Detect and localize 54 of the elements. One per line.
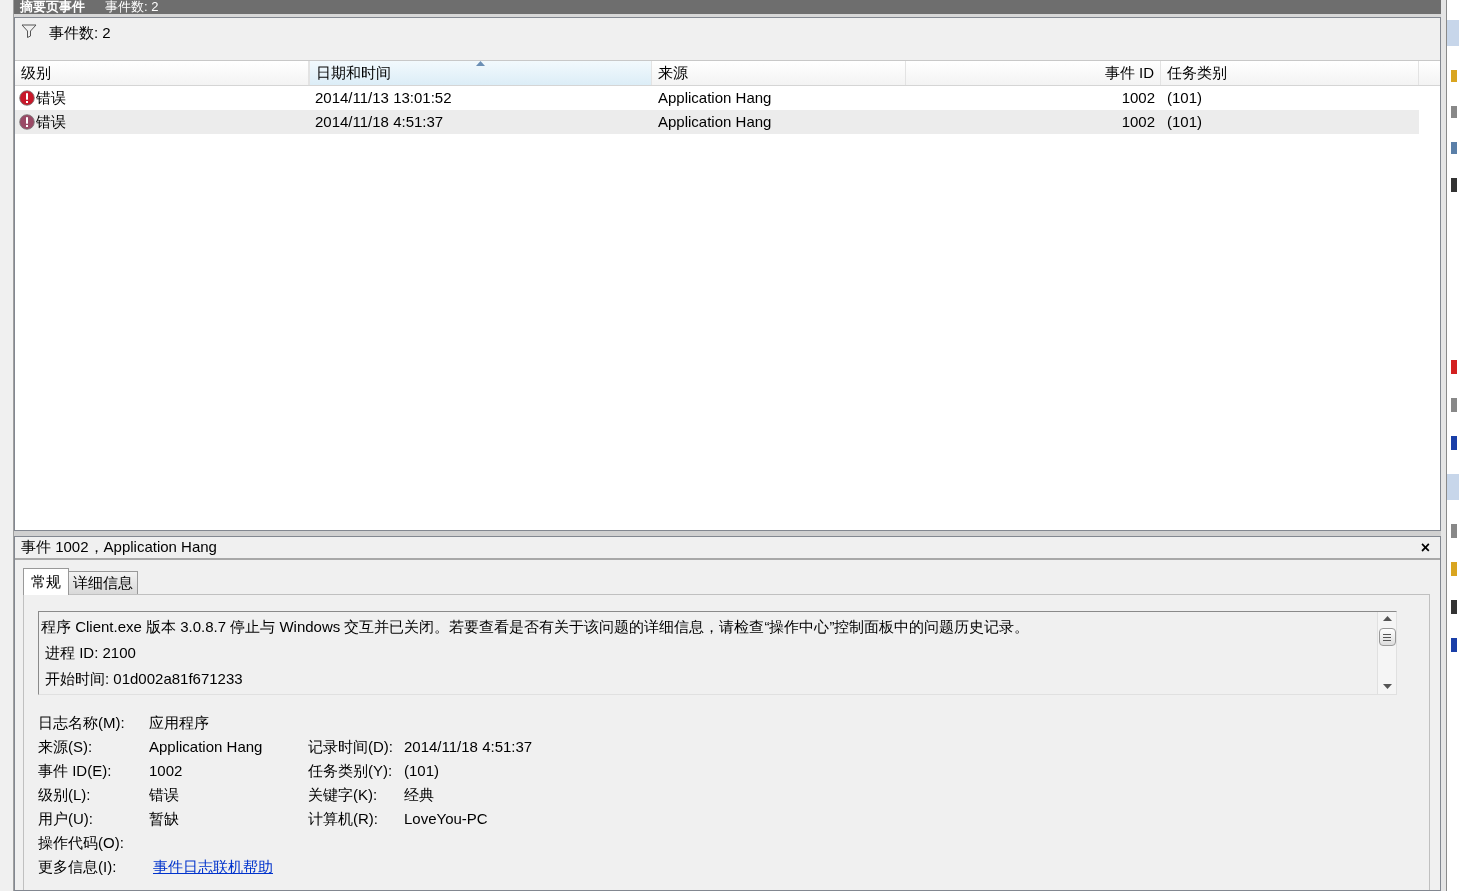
sort-arrow-icon <box>476 61 485 66</box>
field-label: 日志名称(M): <box>38 712 126 733</box>
header-count: 事件数: 2 <box>105 0 159 14</box>
table-cell-text: 错误 <box>36 87 66 108</box>
scroll-down-icon[interactable] <box>1382 684 1392 690</box>
scroll-thumb[interactable] <box>1378 628 1396 646</box>
close-button[interactable]: × <box>1416 539 1434 556</box>
table-cell-text: 错误 <box>36 111 66 132</box>
table-cell-text: 2014/11/18 4:51:37 <box>315 111 444 132</box>
field-value: (101) <box>404 760 441 781</box>
field-label: 计算机(R): <box>308 808 379 829</box>
field-value: 1002 <box>149 760 184 781</box>
table-cell-text: 1002 <box>1121 111 1155 132</box>
event-count: 事件数: 2 <box>49 23 111 43</box>
description-line: 程序 Client.exe 版本 3.0.8.7 停止与 Windows 交互并已关闭。若要查看是否有关于该问题的详细信息，请检查“操作中心”控制面板中的问题历史记录。 <box>41 617 1031 637</box>
field-value: Application Hang <box>149 736 264 757</box>
column-header[interactable]: 日期和时间 <box>309 61 652 85</box>
tab[interactable]: 常规 <box>23 568 69 595</box>
error-icon <box>19 90 35 106</box>
help-link[interactable]: 事件日志联机帮助 <box>149 857 273 875</box>
column-header[interactable]: 来源 <box>652 61 906 85</box>
filter-icon <box>21 24 37 38</box>
field-label: 来源(S): <box>38 736 94 757</box>
field-value: 经典 <box>404 784 435 805</box>
description-line: 开始时间: 01d002a81f671233 <box>44 669 244 689</box>
table-cell-text: 2014/11/13 13:01:52 <box>315 87 452 108</box>
scrollbar[interactable] <box>1377 612 1396 694</box>
field-label: 级别(L): <box>38 784 92 805</box>
scroll-up-icon[interactable] <box>1382 616 1392 622</box>
table-cell-text: (101) <box>1167 111 1203 132</box>
table-cell-text: 1002 <box>1121 87 1155 108</box>
field-label: 更多信息(I): <box>38 856 118 877</box>
header-title: 摘要页事件 <box>20 0 85 14</box>
description-line: 进程 ID: 2100 <box>44 643 137 663</box>
table-cell-text: (101) <box>1167 87 1203 108</box>
field-label: 任务类别(Y): <box>308 760 394 781</box>
field-value: LoveYou-PC <box>404 808 489 829</box>
field-value: 应用程序 <box>149 712 210 733</box>
field-label: 记录时间(D): <box>308 736 394 757</box>
field-value: 2014/11/18 4:51:37 <box>404 736 534 757</box>
table-row[interactable]: 错误 2014/11/18 4:51:37 Application Hang 1002 (101) <box>15 110 1419 134</box>
error-icon <box>19 114 35 130</box>
column-header[interactable]: 任务类别 <box>1161 61 1419 85</box>
field-value: 暂缺 <box>149 808 180 829</box>
field-label: 用户(U): <box>38 808 94 829</box>
table-cell-text: Application Hang <box>658 111 772 132</box>
column-header[interactable]: 事件 ID <box>906 61 1161 85</box>
event-title: 事件 1002，Application Hang <box>21 537 217 558</box>
field-label: 事件 ID(E): <box>38 760 113 781</box>
field-label: 关键字(K): <box>308 784 379 805</box>
field-value: 错误 <box>149 784 180 805</box>
tab[interactable]: 详细信息 <box>69 571 138 594</box>
table-cell-text: Application Hang <box>658 87 772 108</box>
field-label: 操作代码(O): <box>38 832 125 853</box>
